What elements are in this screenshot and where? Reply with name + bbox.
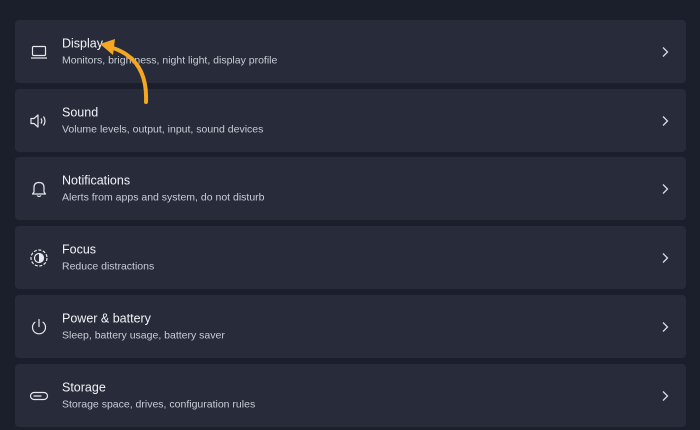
settings-item-display[interactable]: Display Monitors, brightness, night ligh… xyxy=(15,20,686,83)
chevron-right-icon xyxy=(660,46,670,58)
chevron-right-icon xyxy=(660,183,670,195)
settings-item-text: Storage Storage space, drives, configura… xyxy=(62,380,255,411)
settings-item-sound[interactable]: Sound Volume levels, output, input, soun… xyxy=(15,89,686,152)
speaker-icon xyxy=(29,111,49,131)
settings-list: Display Monitors, brightness, night ligh… xyxy=(0,0,700,430)
settings-item-focus[interactable]: Focus Reduce distractions xyxy=(15,226,686,289)
settings-item-text: Focus Reduce distractions xyxy=(62,242,154,273)
settings-item-text: Display Monitors, brightness, night ligh… xyxy=(62,36,277,67)
settings-item-title: Power & battery xyxy=(62,311,151,325)
chevron-right-icon xyxy=(660,115,670,127)
settings-item-description: Volume levels, output, input, sound devi… xyxy=(62,123,264,135)
settings-item-description: Storage space, drives, configuration rul… xyxy=(62,398,256,410)
settings-item-notifications[interactable]: Notifications Alerts from apps and syste… xyxy=(15,157,686,220)
monitor-icon xyxy=(29,42,49,62)
settings-item-description: Reduce distractions xyxy=(62,260,155,272)
bell-icon xyxy=(29,179,49,199)
settings-item-text: Notifications Alerts from apps and syste… xyxy=(62,173,265,204)
chevron-right-icon xyxy=(660,321,670,333)
settings-item-description: Sleep, battery usage, battery saver xyxy=(62,329,225,341)
settings-item-power-battery[interactable]: Power & battery Sleep, battery usage, ba… xyxy=(15,295,686,358)
settings-item-title: Sound xyxy=(62,105,99,119)
settings-item-storage[interactable]: Storage Storage space, drives, configura… xyxy=(15,364,686,427)
settings-item-title: Focus xyxy=(62,242,97,256)
chevron-right-icon xyxy=(660,390,670,402)
focus-icon xyxy=(29,248,49,268)
settings-item-description: Monitors, brightness, night light, displ… xyxy=(62,54,278,66)
storage-icon xyxy=(29,386,49,406)
settings-item-text: Sound Volume levels, output, input, soun… xyxy=(62,105,263,136)
settings-item-title: Storage xyxy=(62,380,106,394)
settings-item-title: Display xyxy=(62,36,103,50)
settings-item-text: Power & battery Sleep, battery usage, ba… xyxy=(62,311,225,342)
settings-item-description: Alerts from apps and system, do not dist… xyxy=(62,191,265,203)
power-icon xyxy=(29,317,49,337)
settings-item-title: Notifications xyxy=(62,173,131,187)
chevron-right-icon xyxy=(660,252,670,264)
